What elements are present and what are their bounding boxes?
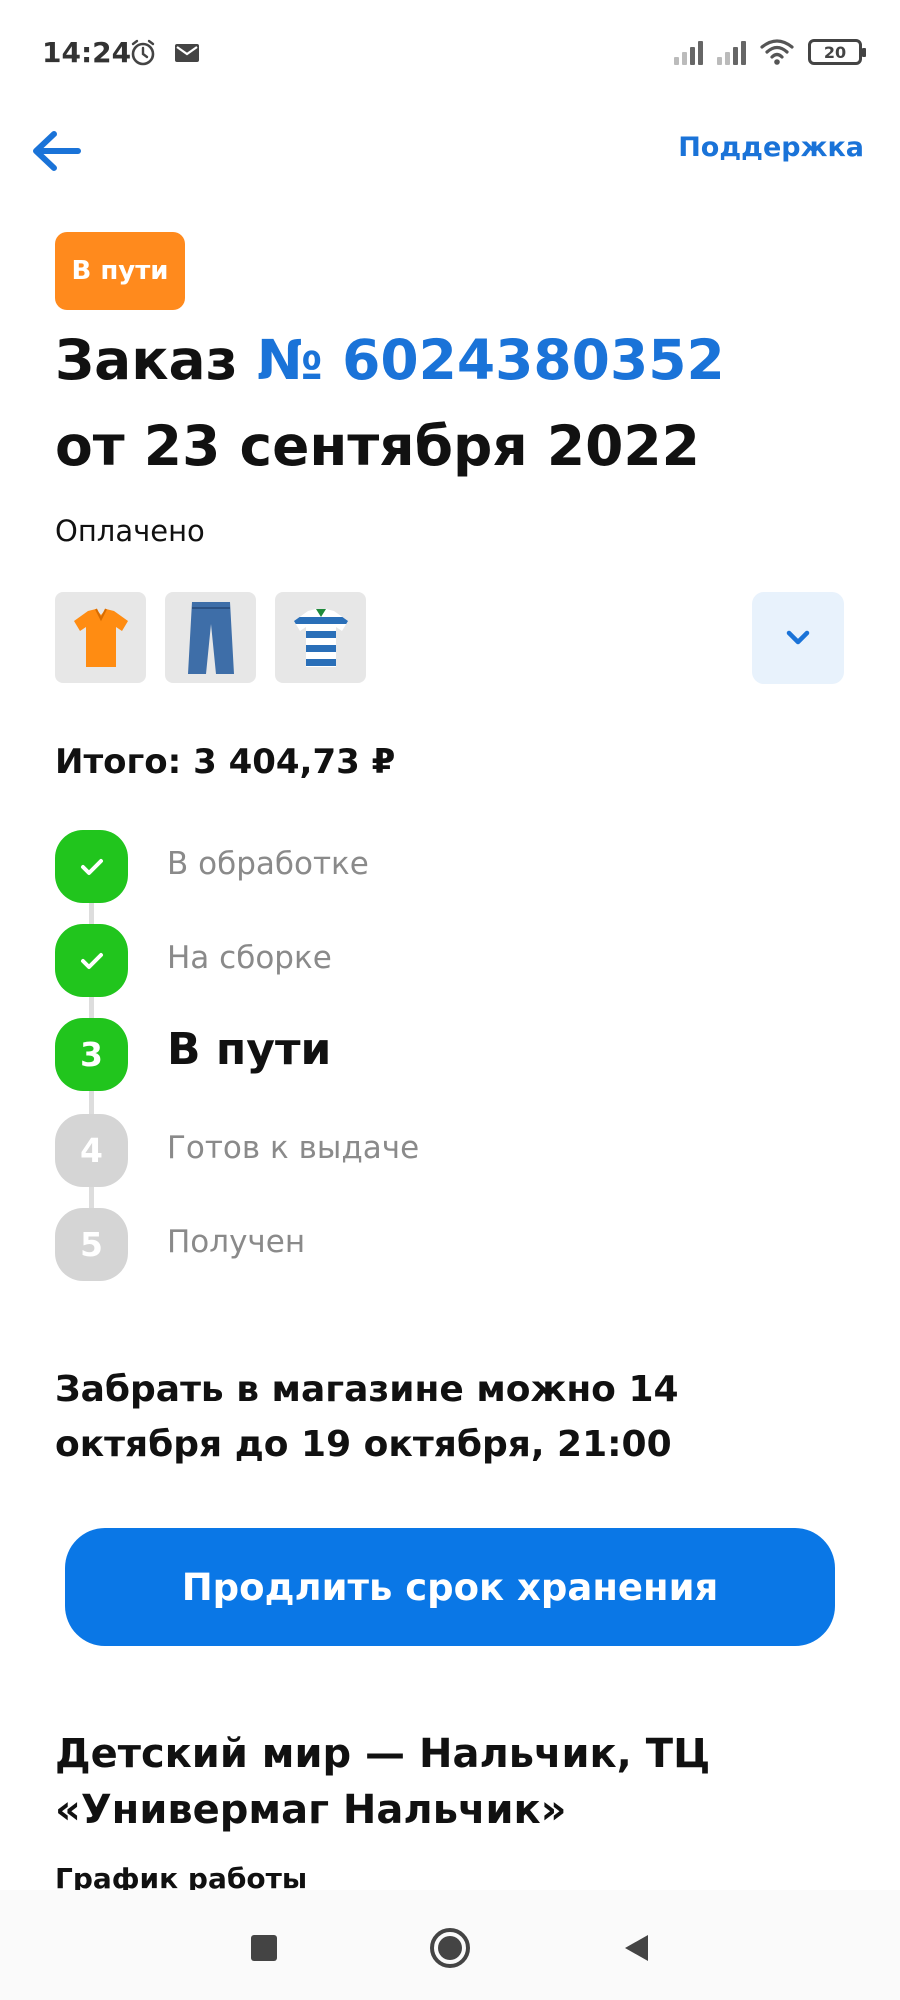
back-arrow-icon[interactable]	[26, 126, 86, 176]
step-label: На сборке	[167, 940, 332, 976]
status-time: 14:24	[42, 36, 132, 69]
step-number: 4	[55, 1114, 128, 1187]
top-bar: Поддержка	[0, 108, 900, 192]
step-label: В обработке	[167, 846, 369, 882]
item-thumbnail[interactable]	[165, 592, 256, 683]
support-link[interactable]: Поддержка	[678, 132, 864, 163]
blue-jeans-icon	[187, 601, 234, 674]
step-received: 5 Получен	[55, 1208, 855, 1281]
step-label: Получен	[167, 1224, 306, 1260]
step-ready: 4 Готов к выдаче	[55, 1114, 855, 1187]
striped-polo-shirt-icon	[293, 608, 348, 667]
step-number: 3	[55, 1018, 128, 1091]
work-hours-label[interactable]: График работы	[55, 1862, 307, 1892]
system-nav-bar	[0, 1890, 900, 2000]
order-title: Заказ № 6024380352	[55, 328, 725, 392]
step-assembly: На сборке	[55, 924, 855, 997]
mail-icon	[175, 44, 199, 62]
item-thumbnail[interactable]	[55, 592, 146, 683]
battery-level: 20	[823, 42, 847, 62]
payment-status: Оплачено	[55, 514, 205, 548]
step-check-icon	[55, 830, 128, 903]
order-total: Итого: 3 404,73 ₽	[55, 742, 396, 782]
status-bar: 14:24 20	[0, 0, 900, 108]
step-label-current: В пути	[167, 1024, 332, 1075]
order-title-prefix: Заказ	[55, 328, 238, 392]
signal-icon	[674, 39, 703, 65]
pickup-info: Забрать в магазине можно 14 октября до 1…	[55, 1369, 679, 1465]
store-name: Детский мир — Нальчик, ТЦ «Универмаг Нал…	[55, 1731, 711, 1833]
order-date: от 23 сентября 2022	[55, 414, 700, 478]
status-badge: В пути	[55, 232, 185, 310]
order-number[interactable]: № 6024380352	[257, 328, 725, 392]
chevron-down-icon	[786, 630, 810, 645]
recent-apps-icon[interactable]	[236, 1920, 292, 1976]
step-label: Готов к выдаче	[167, 1130, 420, 1166]
order-progress: В обработке На сборке 3 В пути 4 Готов к…	[55, 830, 855, 1290]
extend-storage-button[interactable]: Продлить срок хранения	[65, 1528, 835, 1646]
step-in-transit: 3 В пути	[55, 1018, 855, 1091]
back-icon[interactable]	[608, 1920, 664, 1976]
home-icon[interactable]	[422, 1920, 478, 1976]
step-number: 5	[55, 1208, 128, 1281]
signal-icon-2	[717, 39, 746, 65]
battery-icon: 20	[808, 39, 866, 65]
step-processing: В обработке	[55, 830, 855, 903]
alarm-icon	[131, 39, 155, 66]
orange-polo-shirt-icon	[73, 608, 128, 667]
expand-items-button[interactable]	[752, 592, 844, 684]
wifi-icon	[760, 39, 794, 65]
item-thumbnail[interactable]	[275, 592, 366, 683]
item-thumbnails	[55, 592, 366, 683]
step-check-icon	[55, 924, 128, 997]
